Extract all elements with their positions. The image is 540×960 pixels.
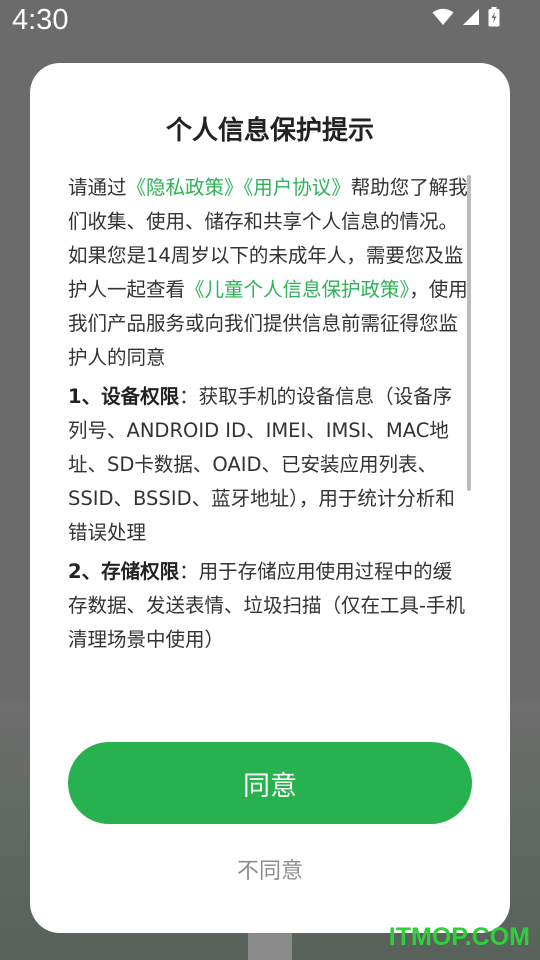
privacy-policy-link[interactable]: 《隐私政策》 xyxy=(127,176,244,199)
disagree-button[interactable]: 不同意 xyxy=(30,853,510,885)
watermark: ITMOP.COM xyxy=(388,923,530,951)
user-agreement-link[interactable]: 《用户协议》 xyxy=(244,176,351,199)
device-permission-paragraph: 1、设备权限：获取手机的设备信息（设备序列号、ANDROID ID、IMEI、I… xyxy=(68,380,468,550)
storage-permission-paragraph: 2、存储权限：用于存储应用使用过程中的缓存数据、发送表情、垃圾扫描（仅在工具-手… xyxy=(68,555,468,657)
device-permission-title: 1、设备权限 xyxy=(68,385,180,408)
dialog-content[interactable]: 请通过《隐私政策》《用户协议》帮助您了解我们收集、使用、储存和共享个人信息的情况… xyxy=(68,171,468,696)
storage-permission-title: 2、存储权限 xyxy=(68,560,180,583)
battery-charging-icon xyxy=(488,7,500,27)
dialog-title: 个人信息保护提示 xyxy=(165,116,374,146)
child-policy-link[interactable]: 《儿童个人信息保护政策》 xyxy=(185,278,409,301)
minor-paragraph: 如果您是14周岁以下的未成年人，需要您及监护人一起查看《儿童个人信息保护政策》，… xyxy=(68,239,468,375)
status-bar: 4:30 xyxy=(0,0,540,46)
privacy-dialog: 个人信息保护提示 请通过《隐私政策》《用户协议》帮助您了解我们收集、使用、储存和… xyxy=(30,63,510,933)
agree-button[interactable]: 同意 xyxy=(68,742,472,824)
content-scrollbar[interactable] xyxy=(467,175,471,491)
status-icons xyxy=(432,7,500,27)
intro-paragraph: 请通过《隐私政策》《用户协议》帮助您了解我们收集、使用、储存和共享个人信息的情况… xyxy=(68,171,468,239)
intro-prefix: 请通过 xyxy=(68,176,127,199)
wifi-icon xyxy=(432,8,454,25)
status-time: 4:30 xyxy=(12,4,69,36)
device-permission-text: ：获取手机的设备信息（设备序列号、ANDROID ID、IMEI、IMSI、MA… xyxy=(68,385,455,544)
cell-signal-icon xyxy=(463,9,479,25)
